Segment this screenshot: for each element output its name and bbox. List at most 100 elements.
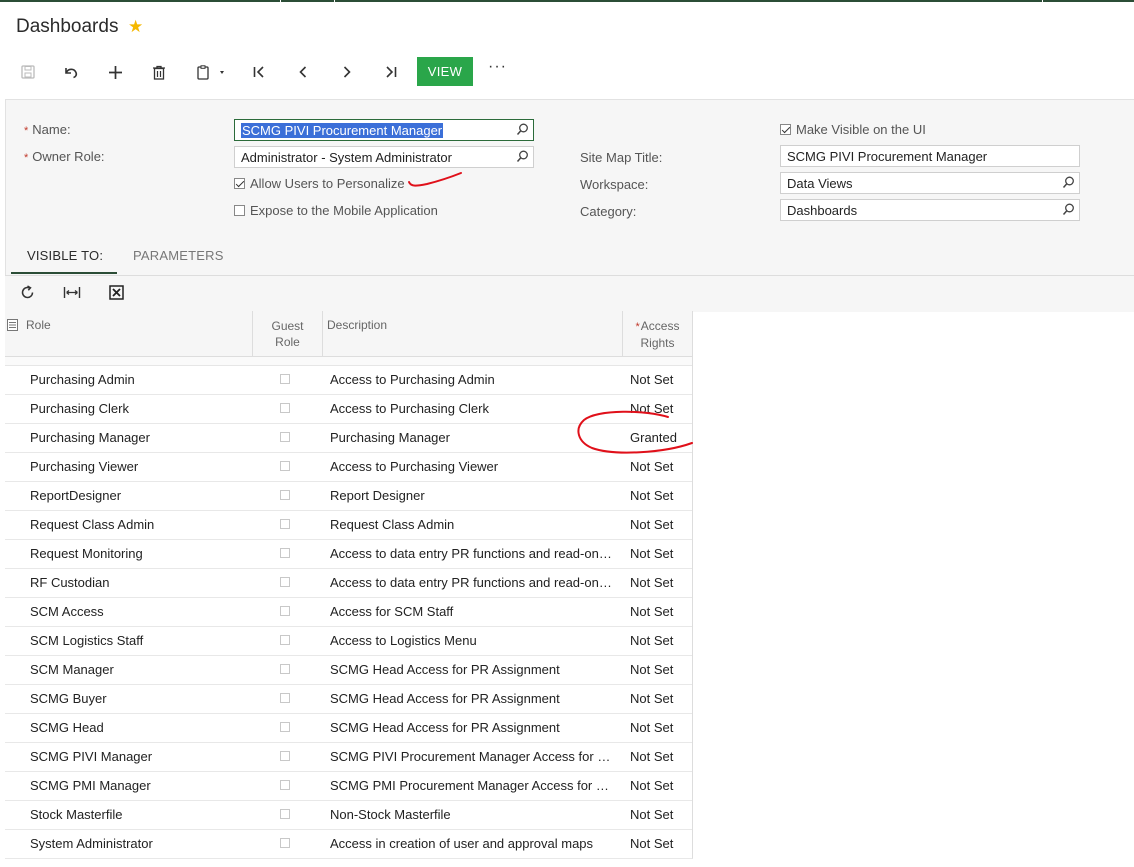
access-rights-cell[interactable]: Not Set <box>630 575 690 590</box>
guest-role-checkbox[interactable] <box>280 374 290 384</box>
search-icon[interactable] <box>516 150 529 166</box>
access-rights-cell[interactable]: Not Set <box>630 662 690 677</box>
description-cell[interactable]: Access to Purchasing Admin <box>330 372 620 387</box>
guest-role-checkbox[interactable] <box>280 461 290 471</box>
access-rights-cell[interactable]: Granted <box>630 430 690 445</box>
role-cell[interactable]: Purchasing Clerk <box>30 401 250 416</box>
description-cell[interactable]: Access to Purchasing Clerk <box>330 401 620 416</box>
access-rights-cell[interactable]: Not Set <box>630 778 690 793</box>
description-cell[interactable]: SCMG Head Access for PR Assignment <box>330 662 620 677</box>
guest-role-checkbox[interactable] <box>280 490 290 500</box>
table-row[interactable]: SCMG PIVI Manager SCMG PIVI Procurement M… <box>5 742 693 772</box>
undo-icon[interactable] <box>60 60 82 84</box>
view-button[interactable]: VIEW <box>417 57 473 86</box>
role-cell[interactable]: SCMG Head <box>30 720 250 735</box>
search-icon[interactable] <box>1062 203 1075 219</box>
guest-role-checkbox[interactable] <box>280 693 290 703</box>
access-rights-cell[interactable]: Not Set <box>630 633 690 648</box>
role-cell[interactable]: SCMG Buyer <box>30 691 250 706</box>
access-rights-cell[interactable]: Not Set <box>630 836 690 851</box>
description-cell[interactable]: Report Designer <box>330 488 620 503</box>
role-cell[interactable]: Purchasing Admin <box>30 372 250 387</box>
guest-role-checkbox[interactable] <box>280 519 290 529</box>
more-actions-icon[interactable]: ··· <box>488 58 507 76</box>
previous-record-icon[interactable] <box>292 60 314 84</box>
role-cell[interactable]: SCMG PIVI Manager <box>30 749 250 764</box>
guest-role-checkbox[interactable] <box>280 780 290 790</box>
refresh-icon[interactable] <box>20 285 35 303</box>
guest-role-checkbox[interactable] <box>280 635 290 645</box>
access-rights-cell[interactable]: Not Set <box>630 546 690 561</box>
table-row[interactable]: Purchasing Manager Purchasing Manager Gran… <box>5 423 693 453</box>
next-record-icon[interactable] <box>336 60 358 84</box>
favorite-star-icon[interactable]: ★ <box>128 17 143 37</box>
guest-role-checkbox[interactable] <box>280 403 290 413</box>
last-record-icon[interactable] <box>380 60 402 84</box>
make-visible-checkbox[interactable] <box>780 124 791 135</box>
guest-role-checkbox[interactable] <box>280 577 290 587</box>
tab-visible-to[interactable]: VISIBLE TO: <box>11 248 117 274</box>
description-cell[interactable]: SCMG PIVI Procurement Manager Access for… <box>330 749 620 764</box>
table-row[interactable]: Purchasing Viewer Access to Purchasing Vi… <box>5 452 693 482</box>
guest-role-checkbox[interactable] <box>280 432 290 442</box>
role-cell[interactable]: Request Class Admin <box>30 517 250 532</box>
description-cell[interactable]: Access to Logistics Menu <box>330 633 620 648</box>
category-field[interactable]: Dashboards <box>780 199 1080 221</box>
column-header-access-rights[interactable]: *Access Rights <box>622 311 692 356</box>
fit-columns-icon[interactable] <box>63 285 81 303</box>
access-rights-cell[interactable]: Not Set <box>630 517 690 532</box>
description-cell[interactable]: Access to Purchasing Viewer <box>330 459 620 474</box>
guest-role-checkbox[interactable] <box>280 548 290 558</box>
role-cell[interactable]: Purchasing Manager <box>30 430 250 445</box>
guest-role-checkbox[interactable] <box>280 664 290 674</box>
role-cell[interactable]: SCMG PMI Manager <box>30 778 250 793</box>
description-cell[interactable]: Purchasing Manager <box>330 430 620 445</box>
table-row[interactable]: SCMG Buyer SCMG Head Access for PR Assign… <box>5 684 693 714</box>
tab-parameters[interactable]: PARAMETERS <box>133 248 224 263</box>
role-cell[interactable]: SCM Manager <box>30 662 250 677</box>
role-cell[interactable]: SCM Access <box>30 604 250 619</box>
description-cell[interactable]: Access for SCM Staff <box>330 604 620 619</box>
table-row[interactable]: SCMG Head SCMG Head Access for PR Assignm… <box>5 713 693 743</box>
access-rights-cell[interactable]: Not Set <box>630 401 690 416</box>
first-record-icon[interactable] <box>248 60 270 84</box>
table-row[interactable]: Request Class Admin Request Class Admin No… <box>5 510 693 540</box>
table-row[interactable]: Purchasing Clerk Access to Purchasing Cle… <box>5 394 693 424</box>
description-cell[interactable]: Access to data entry PR functions and re… <box>330 546 620 561</box>
role-cell[interactable]: ReportDesigner <box>30 488 250 503</box>
add-icon[interactable] <box>104 60 126 84</box>
role-cell[interactable]: Stock Masterfile <box>30 807 250 822</box>
role-cell[interactable]: System Administrator <box>30 836 250 851</box>
table-row[interactable]: ReportDesigner Report Designer Not Set <box>5 481 693 511</box>
access-rights-cell[interactable]: Not Set <box>630 459 690 474</box>
column-header-description[interactable]: Description <box>322 311 622 356</box>
column-header-guest-role[interactable]: Guest Role <box>252 311 322 356</box>
clipboard-dropdown-icon[interactable] <box>193 60 231 84</box>
table-row[interactable]: SCMG PMI Manager SCMG PMI Procurement Man… <box>5 771 693 801</box>
role-cell[interactable]: RF Custodian <box>30 575 250 590</box>
name-field[interactable]: SCMG PIVI Procurement Manager <box>234 119 534 141</box>
access-rights-cell[interactable]: Not Set <box>630 488 690 503</box>
table-row[interactable]: SCM Logistics Staff Access to Logistics M… <box>5 626 693 656</box>
save-icon[interactable] <box>17 60 39 84</box>
search-icon[interactable] <box>1062 176 1075 192</box>
table-row[interactable]: Request Monitoring Access to data entry P… <box>5 539 693 569</box>
table-row[interactable]: SCM Manager SCMG Head Access for PR Assig… <box>5 655 693 685</box>
access-rights-cell[interactable]: Not Set <box>630 372 690 387</box>
access-rights-cell[interactable]: Not Set <box>630 749 690 764</box>
guest-role-checkbox[interactable] <box>280 809 290 819</box>
description-cell[interactable]: Non-Stock Masterfile <box>330 807 620 822</box>
role-cell[interactable]: SCM Logistics Staff <box>30 633 250 648</box>
table-row[interactable]: Stock Masterfile Non-Stock Masterfile Not … <box>5 800 693 830</box>
table-row[interactable]: SCM Access Access for SCM Staff Not Set <box>5 597 693 627</box>
workspace-field[interactable]: Data Views <box>780 172 1080 194</box>
search-icon[interactable] <box>516 123 529 139</box>
role-cell[interactable]: Request Monitoring <box>30 546 250 561</box>
allow-personalize-checkbox[interactable] <box>234 178 245 189</box>
access-rights-cell[interactable]: Not Set <box>630 604 690 619</box>
delete-icon[interactable] <box>148 60 170 84</box>
access-rights-cell[interactable]: Not Set <box>630 691 690 706</box>
access-rights-cell[interactable]: Not Set <box>630 720 690 735</box>
description-cell[interactable]: SCMG PMI Procurement Manager Access for … <box>330 778 620 793</box>
guest-role-checkbox[interactable] <box>280 838 290 848</box>
